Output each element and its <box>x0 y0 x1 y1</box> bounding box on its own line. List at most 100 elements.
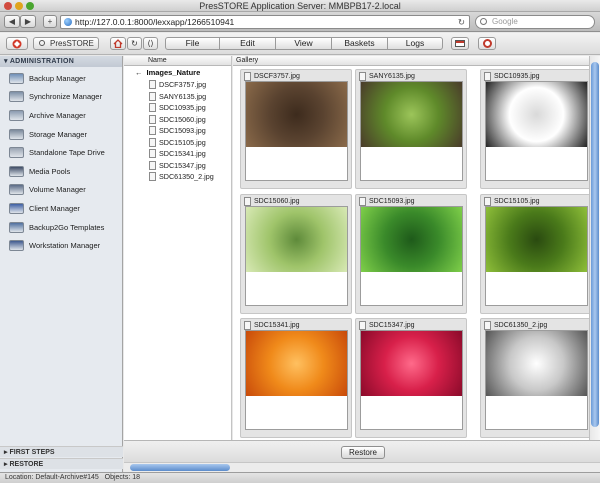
tree-file-label: SDC15060.jpg <box>159 114 206 124</box>
menu-logs[interactable]: Logs <box>388 37 443 50</box>
sidebar-item[interactable]: Volume Manager <box>0 181 122 200</box>
image-file-icon <box>244 197 251 206</box>
first-steps-label: FIRST STEPS <box>9 449 55 456</box>
sidebar-restore[interactable]: ▸ RESTORE <box>0 458 123 469</box>
gallery-thumbnail[interactable] <box>360 330 463 430</box>
gallery-item-label: DSCF3757.jpg <box>244 72 300 81</box>
menu-baskets-label: Baskets <box>344 38 375 48</box>
magnifier-icon <box>39 40 45 46</box>
gallery-thumbnail[interactable] <box>245 81 348 181</box>
tree-file-item[interactable]: DSCF3757.jpg <box>124 79 231 91</box>
gallery-thumbnail[interactable] <box>360 206 463 306</box>
gallery-thumbnail[interactable] <box>245 330 348 430</box>
vertical-scroll-thumb[interactable] <box>591 62 599 427</box>
horizontal-scrollbar[interactable] <box>124 462 600 472</box>
refresh-button[interactable]: ↻ <box>127 37 142 50</box>
tree-file-item[interactable]: SDC15105.jpg <box>124 137 231 149</box>
restore-button[interactable]: Restore <box>341 446 385 459</box>
search-input[interactable]: Google <box>475 15 595 29</box>
tree-root-folder[interactable]: ← Images_Nature <box>124 66 231 79</box>
sidebar-item-label: Archive Manager <box>29 110 86 120</box>
thumbnail-image <box>361 82 462 147</box>
sidebar-item[interactable]: Archive Manager <box>0 106 122 125</box>
name-column-header[interactable]: Name <box>124 56 231 66</box>
gallery-column-header[interactable]: Gallery <box>233 56 589 66</box>
sidebar-item[interactable]: Storage Manager <box>0 125 122 144</box>
sidebar-item[interactable]: Media Pools <box>0 162 122 181</box>
tree-file-item[interactable]: SDC61350_2.jpg <box>124 171 231 183</box>
tree-file-item[interactable]: SDC15341.jpg <box>124 148 231 160</box>
gallery-item-label: SDC15093.jpg <box>359 197 415 206</box>
add-bookmark-button[interactable]: + <box>43 15 57 28</box>
gallery-item-name: SDC15060.jpg <box>254 198 300 205</box>
sidebar-first-steps[interactable]: ▸ FIRST STEPS <box>0 446 123 457</box>
gallery-item[interactable]: SDC15093.jpg <box>355 194 467 314</box>
sidebar-item-label: Workstation Manager <box>29 241 101 251</box>
back-button[interactable]: ◀ <box>4 15 20 28</box>
gallery-item[interactable]: SDC15347.jpg <box>355 318 467 438</box>
client-icon <box>9 202 24 214</box>
gallery-item[interactable]: SDC61350_2.jpg <box>480 318 592 438</box>
menu-file[interactable]: File <box>165 37 220 50</box>
app-selector[interactable]: PresSTORE <box>33 37 99 50</box>
sidebar-items: Backup Manager Synchronize Manager Archive… <box>0 67 122 255</box>
tree-file-item[interactable]: SDC10935.jpg <box>124 102 231 114</box>
sidebar-item[interactable]: Synchronize Manager <box>0 88 122 107</box>
name-column-label: Name <box>148 57 167 64</box>
gallery-item[interactable]: SDC10935.jpg <box>480 69 592 189</box>
window-layout-button[interactable] <box>451 37 469 50</box>
gallery-item[interactable]: SDC15105.jpg <box>480 194 592 314</box>
menu-baskets[interactable]: Baskets <box>332 37 388 50</box>
tree-root-label: Images_Nature <box>146 68 201 77</box>
tree-file-item[interactable]: SANY6135.jpg <box>124 91 231 103</box>
sidebar-item[interactable]: Workstation Manager <box>0 236 122 255</box>
close-window-icon[interactable] <box>4 2 12 10</box>
menu-edit-label: Edit <box>240 38 255 48</box>
thumbnail-image <box>486 82 587 147</box>
back-arrow-icon: ← <box>135 68 143 77</box>
file-tree-panel: Name ← Images_Nature DSCF3757.jpg SANY613… <box>124 56 232 440</box>
vertical-scrollbar[interactable] <box>589 56 600 440</box>
sidebar-section-header[interactable]: ▾ ADMINISTRATION <box>0 56 122 67</box>
sidebar-item-label: Standalone Tape Drive <box>29 148 105 158</box>
gallery-item[interactable]: SANY6135.jpg <box>355 69 467 189</box>
gallery-thumbnail[interactable] <box>485 81 588 181</box>
menu-edit[interactable]: Edit <box>220 37 276 50</box>
minimize-window-icon[interactable] <box>15 2 23 10</box>
image-file-icon <box>484 321 491 330</box>
app-logo-button[interactable] <box>6 37 28 50</box>
sidebar-item[interactable]: Backup2Go Templates <box>0 218 122 237</box>
window-titlebar: PresSTORE Application Server: MMBPB17-2.… <box>0 0 600 12</box>
home-button[interactable] <box>110 37 126 50</box>
sidebar-item-label: Backup2Go Templates <box>29 222 105 232</box>
help-button[interactable] <box>478 37 496 50</box>
gallery-thumbnail[interactable] <box>360 81 463 181</box>
gallery-item-name: SANY6135.jpg <box>369 73 415 80</box>
sidebar-item[interactable]: Backup Manager <box>0 69 122 88</box>
sidebar-item[interactable]: Standalone Tape Drive <box>0 143 122 162</box>
reload-icon[interactable]: ↻ <box>458 16 465 28</box>
gallery-thumbnail[interactable] <box>245 206 348 306</box>
horizontal-scroll-thumb[interactable] <box>130 464 230 471</box>
gallery-item-label: SDC15341.jpg <box>244 321 300 330</box>
gallery-item[interactable]: SDC15341.jpg <box>240 318 352 438</box>
image-file-icon <box>484 197 491 206</box>
gallery-item[interactable]: DSCF3757.jpg <box>240 69 352 189</box>
zoom-window-icon[interactable] <box>26 2 34 10</box>
gallery-item[interactable]: SDC15060.jpg <box>240 194 352 314</box>
file-icon <box>149 160 156 170</box>
gallery-thumbnail[interactable] <box>485 206 588 306</box>
tree-file-item[interactable]: SDC15060.jpg <box>124 114 231 126</box>
sidebar-item[interactable]: Client Manager <box>0 199 122 218</box>
storage-icon <box>9 128 24 140</box>
code-view-button[interactable]: ⟨⟩ <box>143 37 158 50</box>
tree-file-item[interactable]: SDC15347.jpg <box>124 160 231 172</box>
tree-file-label: SDC10935.jpg <box>159 103 206 112</box>
menu-view[interactable]: View <box>276 37 332 50</box>
url-field[interactable]: http://127.0.0.1:8000/lexxapp/1266510941… <box>60 15 470 29</box>
gallery-item-label: SDC10935.jpg <box>484 72 540 81</box>
tree-file-item[interactable]: SDC15093.jpg <box>124 125 231 137</box>
file-icon <box>149 114 156 124</box>
forward-button[interactable]: ▶ <box>20 15 36 28</box>
gallery-thumbnail[interactable] <box>485 330 588 430</box>
